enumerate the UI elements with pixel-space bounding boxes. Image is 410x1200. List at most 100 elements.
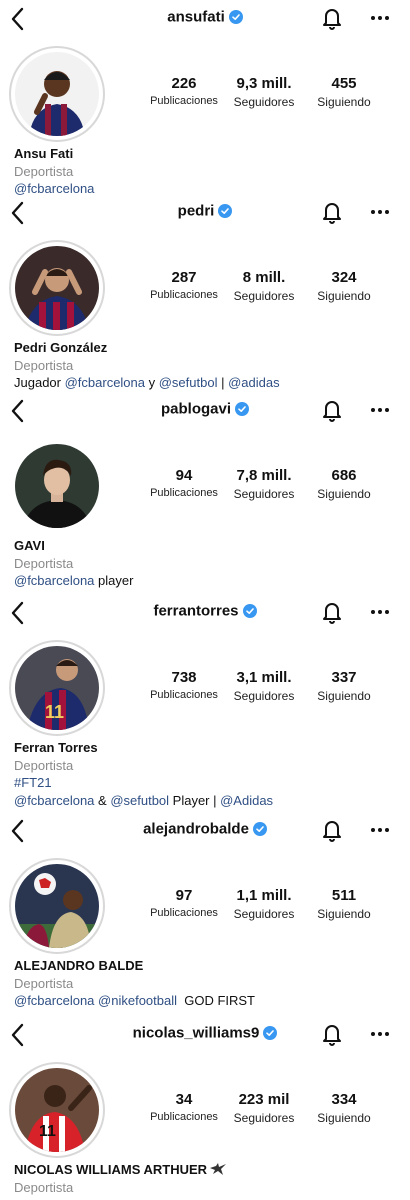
avatar[interactable] xyxy=(9,438,105,534)
full-name: Ansu Fati xyxy=(14,146,74,161)
category-label: Deportista xyxy=(14,976,74,991)
username: pedri xyxy=(177,202,215,220)
bio-mention-fcbarcelona[interactable]: @fcbarcelona xyxy=(65,375,145,390)
following-label: Siguiendo xyxy=(317,289,371,303)
category-label: Deportista xyxy=(14,758,74,773)
followers-value: 9,3 mill. xyxy=(236,75,292,92)
verified-badge-icon xyxy=(235,402,249,417)
category-label: Deportista xyxy=(14,1180,74,1195)
profile-photo xyxy=(15,864,99,948)
followers-label: Seguidores xyxy=(233,487,295,501)
following-value: 337 xyxy=(331,669,357,686)
more-options-icon[interactable] xyxy=(369,818,391,842)
following-value: 455 xyxy=(331,75,357,92)
posts-value: 287 xyxy=(171,269,197,286)
posts-label: Publicaciones xyxy=(150,95,218,107)
posts-count[interactable]: 226 Publicaciones xyxy=(144,75,224,107)
svg-text:11: 11 xyxy=(45,702,64,722)
bell-icon[interactable] xyxy=(321,6,343,30)
followers-count[interactable]: 1,1 mill. Seguidores xyxy=(226,887,302,921)
username: alejandrobalde xyxy=(143,820,249,838)
bell-icon[interactable] xyxy=(321,818,343,842)
bell-icon[interactable] xyxy=(321,200,343,224)
following-label: Siguiendo xyxy=(317,689,371,703)
profile-photo: 11 xyxy=(15,1068,99,1152)
bio-mention-sefutbol[interactable]: @sefutbol xyxy=(159,375,218,390)
verified-badge-icon xyxy=(242,604,257,619)
following-label: Siguiendo xyxy=(317,1111,371,1125)
bio-mention-nikefootball[interactable]: @nikefootball xyxy=(98,993,177,1008)
bell-icon[interactable] xyxy=(321,600,343,624)
followers-value: 7,8 mill. xyxy=(236,467,292,484)
full-name: GAVI xyxy=(14,538,45,553)
full-name: ALEJANDRO BALDE xyxy=(14,958,144,973)
bio-mention-adidas[interactable]: @adidas xyxy=(228,375,280,390)
posts-count[interactable]: 287 Publicaciones xyxy=(144,269,224,301)
avatar[interactable] xyxy=(9,240,105,336)
posts-label: Publicaciones xyxy=(150,289,218,301)
profile-header: pablogavi xyxy=(0,392,410,432)
bio-hashtag[interactable]: #FT21 xyxy=(14,775,52,790)
avatar[interactable] xyxy=(9,858,105,954)
more-options-icon[interactable] xyxy=(369,200,391,224)
following-count[interactable]: 324 Siguiendo xyxy=(308,269,380,303)
followers-count[interactable]: 9,3 mill. Seguidores xyxy=(226,75,302,109)
posts-count[interactable]: 97 Publicaciones xyxy=(144,887,224,919)
bio-mention-fcbarcelona[interactable]: @fcbarcelona xyxy=(14,793,94,808)
posts-count[interactable]: 738 Publicaciones xyxy=(144,669,224,701)
avatar[interactable]: 11 xyxy=(9,640,105,736)
username-heading: nicolas_williams9 xyxy=(0,1024,410,1042)
following-count[interactable]: 455 Siguiendo xyxy=(308,75,380,109)
verified-badge-icon xyxy=(218,204,233,219)
more-options-icon[interactable] xyxy=(369,6,391,30)
following-count[interactable]: 337 Siguiendo xyxy=(308,669,380,703)
followers-count[interactable]: 223 mil Seguidores xyxy=(226,1091,302,1125)
bio-mention-fcbarcelona[interactable]: @fcbarcelona xyxy=(14,573,94,588)
posts-count[interactable]: 94 Publicaciones xyxy=(144,467,224,499)
more-options-icon[interactable] xyxy=(369,600,391,624)
following-label: Siguiendo xyxy=(317,95,371,109)
username: ferrantorres xyxy=(153,602,239,620)
more-options-icon[interactable] xyxy=(369,398,391,422)
followers-value: 1,1 mill. xyxy=(236,887,292,904)
username-heading: ferrantorres xyxy=(0,602,410,620)
followers-count[interactable]: 3,1 mill. Seguidores xyxy=(226,669,302,703)
followers-label: Seguidores xyxy=(233,907,295,921)
profile-header: pedri xyxy=(0,194,410,234)
following-count[interactable]: 686 Siguiendo xyxy=(308,467,380,501)
posts-label: Publicaciones xyxy=(150,689,218,701)
avatar[interactable] xyxy=(9,46,105,142)
avatar[interactable]: 11 xyxy=(9,1062,105,1158)
followers-label: Seguidores xyxy=(233,689,295,703)
profile-header: ansufati xyxy=(0,0,410,40)
username-heading: pedri xyxy=(0,202,410,220)
posts-value: 97 xyxy=(175,887,193,904)
followers-count[interactable]: 7,8 mill. Seguidores xyxy=(226,467,302,501)
username: ansufati xyxy=(167,8,225,26)
following-label: Siguiendo xyxy=(317,487,371,501)
following-count[interactable]: 511 Siguiendo xyxy=(308,887,380,921)
bio-mention-sefutbol[interactable]: @sefutbol xyxy=(110,793,169,808)
posts-label: Publicaciones xyxy=(150,1111,218,1123)
category-label: Deportista xyxy=(14,164,74,179)
bio-text: GOD FIRST xyxy=(177,993,255,1008)
following-value: 686 xyxy=(331,467,357,484)
bio-text: player xyxy=(94,573,134,588)
followers-count[interactable]: 8 mill. Seguidores xyxy=(226,269,302,303)
bio-mention-fcbarcelona[interactable]: @fcbarcelona xyxy=(14,993,94,1008)
svg-text:11: 11 xyxy=(39,1123,56,1140)
bio-mention-adidas[interactable]: @Adidas xyxy=(220,793,273,808)
bell-icon[interactable] xyxy=(321,398,343,422)
following-value: 324 xyxy=(331,269,357,286)
full-name-text: NICOLAS WILLIAMS ARTHUER xyxy=(14,1162,208,1177)
more-options-icon[interactable] xyxy=(369,1022,391,1046)
bio: @fcbarcelona @nikefootball GOD FIRST xyxy=(14,993,255,1008)
bell-icon[interactable] xyxy=(321,1022,343,1046)
posts-value: 738 xyxy=(171,669,197,686)
full-name: NICOLAS WILLIAMS ARTHUER xyxy=(14,1162,227,1177)
category-label: Deportista xyxy=(14,556,74,571)
following-count[interactable]: 334 Siguiendo xyxy=(308,1091,380,1125)
posts-value: 34 xyxy=(175,1091,193,1108)
bio-text: y xyxy=(145,375,159,390)
posts-count[interactable]: 34 Publicaciones xyxy=(144,1091,224,1123)
